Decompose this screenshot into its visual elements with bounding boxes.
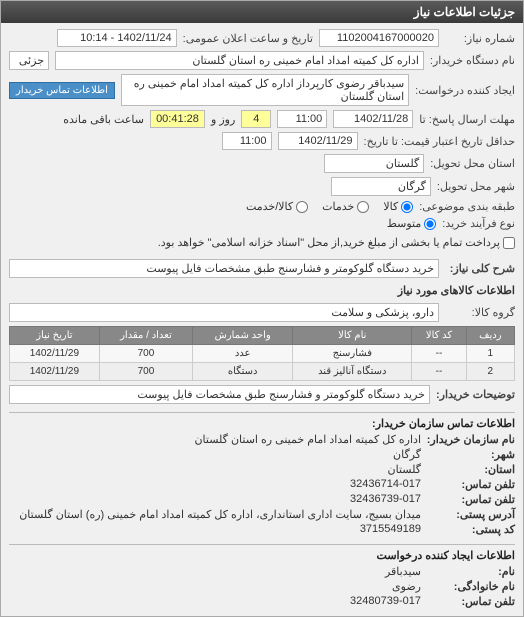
radio-khadamat-input[interactable] (357, 201, 369, 213)
radio-kala-khadamat[interactable]: کالا/خدمت (246, 200, 308, 213)
buyer-dev-label: نام دستگاه خریدار: (430, 54, 515, 67)
req-no-field: 1102004167000020 (319, 29, 439, 47)
time-left-field: 00:41:28 (150, 110, 205, 128)
group-field: دارو، پزشکی و سلامت (9, 303, 439, 322)
buyer-note-label: توضیحات خریدار: (436, 388, 515, 401)
buyer-note-field: خرید دستگاه گلوکومتر و فشارسنج طبق مشخصا… (9, 385, 430, 404)
radio-kala[interactable]: کالا (383, 200, 413, 213)
window-title: جزئیات اطلاعات نیاز (414, 5, 515, 19)
creator-label: ایجاد کننده درخواست: (415, 84, 515, 97)
col-name: نام کالا (293, 327, 412, 345)
group-label: گروه کالا: (445, 306, 515, 319)
radio-mid[interactable]: متوسط (387, 217, 437, 230)
req-creator-section: اطلاعات ایجاد کننده درخواست نام:سیدباقر … (9, 544, 515, 608)
province-field: گلستان (324, 154, 424, 173)
check-treasury-input[interactable] (503, 237, 515, 249)
req-no-label: شماره نیاز: (445, 32, 515, 45)
col-unit: واحد شمارش (193, 327, 293, 345)
titlebar: جزئیات اطلاعات نیاز (1, 1, 523, 23)
table-row: 2 -- دستگاه آنالیز قند دستگاه 700 1402/1… (10, 363, 515, 381)
province-label: استان محل تحویل: (430, 157, 515, 170)
org-contact-title: اطلاعات تماس سازمان خریدار: (9, 417, 515, 430)
city-label: شهر محل تحویل: (437, 180, 515, 193)
days-left-field: 4 (241, 110, 271, 128)
contact-buyer-button[interactable]: اطلاعات تماس خریدار (9, 82, 115, 99)
items-table: ردیف کد کالا نام کالا واحد شمارش تعداد /… (9, 326, 515, 381)
table-header-row: ردیف کد کالا نام کالا واحد شمارش تعداد /… (10, 327, 515, 345)
desc-field: خرید دستگاه گلوکومتر و فشارسنج طبق مشخصا… (9, 259, 439, 278)
col-qty: تعداد / مقدار (99, 327, 192, 345)
partial-field: جزئی (9, 51, 49, 70)
table-row: 1 -- فشارسنج عدد 700 1402/11/29 (10, 345, 515, 363)
desc-label: شرح کلی نیاز: (445, 262, 515, 275)
deadline-date-field: 1402/11/28 (333, 110, 413, 128)
deadline-time-field: 11:00 (277, 110, 327, 128)
col-code: کد کالا (412, 327, 466, 345)
items-section-title: اطلاعات کالاهای مورد نیاز (9, 284, 515, 299)
radio-kala-input[interactable] (401, 201, 413, 213)
creator-field: سیدباقر رضوی کارپرداز اداره کل کمیته امد… (121, 74, 409, 106)
window: جزئیات اطلاعات نیاز شماره نیاز: 11020041… (0, 0, 524, 617)
buyer-dev-field: اداره کل کمیته امداد امام خمینی ره استان… (55, 51, 424, 70)
col-date: تاریخ نیاز (10, 327, 100, 345)
days-left-suffix: روز و (211, 113, 235, 126)
content-area: شماره نیاز: 1102004167000020 تاریخ و ساع… (1, 23, 523, 616)
pub-field: 1402/11/24 - 10:14 (57, 29, 177, 47)
proc-label: نوع فرآیند خرید: (442, 217, 515, 230)
validity-label: حداقل تاریخ اعتبار قیمت: تا تاریخ: (364, 135, 515, 148)
radio-kk-input[interactable] (296, 201, 308, 213)
col-row: ردیف (466, 327, 514, 345)
time-left-suffix: ساعت باقی مانده (63, 113, 144, 126)
pub-label: تاریخ و ساعت اعلان عمومی: (183, 32, 313, 45)
check-treasury[interactable]: پرداخت تمام یا بخشی از مبلغ خرید,از محل … (158, 236, 515, 249)
validity-time-field: 11:00 (222, 132, 272, 150)
req-creator-title: اطلاعات ایجاد کننده درخواست (9, 549, 515, 562)
deadline-label: مهلت ارسال پاسخ: تا (419, 113, 515, 126)
radio-mid-input[interactable] (424, 218, 436, 230)
org-contact-section: اطلاعات تماس سازمان خریدار: نام سازمان خ… (9, 412, 515, 536)
radio-khadamat[interactable]: خدمات (322, 200, 369, 213)
validity-date-field: 1402/11/29 (278, 132, 358, 150)
category-label: طبقه بندی موضوعی: (419, 200, 515, 213)
city-field: گرگان (331, 177, 431, 196)
